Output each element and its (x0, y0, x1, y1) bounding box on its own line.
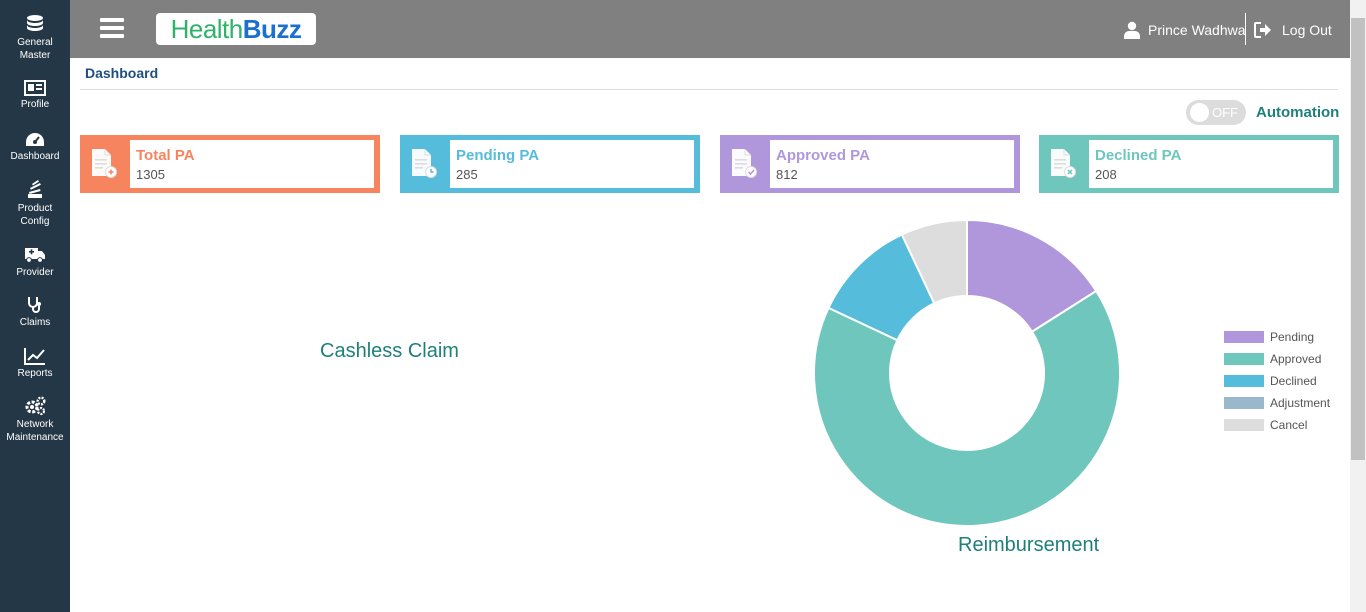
stat-card-body: Pending PA 285 (450, 140, 694, 188)
document-check-icon (732, 149, 757, 178)
toggle-state-label: OFF (1212, 105, 1238, 120)
sidebar: General Master Profile Dashboard Product… (0, 0, 70, 612)
legend-label: Approved (1270, 352, 1322, 366)
logo-text-part2: Buzz (242, 14, 302, 44)
sidebar-item-dashboard[interactable]: Dashboard (0, 132, 70, 163)
donut-slice-pending[interactable] (966, 218, 1098, 334)
stat-card-value: 285 (456, 167, 478, 182)
stack-icon (28, 180, 42, 198)
reimbursement-donut-chart (813, 218, 1121, 527)
legend-swatch (1224, 353, 1264, 365)
user-icon (1124, 21, 1140, 39)
sidebar-item-label: Master (19, 50, 51, 61)
stat-card-total-pa[interactable]: Total PA 1305 (80, 135, 380, 193)
stat-card-body: Total PA 1305 (130, 140, 374, 188)
donut-slice-cancel[interactable] (900, 218, 968, 305)
legend-swatch (1224, 375, 1264, 387)
sidebar-item-general-master[interactable]: General Master (0, 14, 70, 62)
cashless-claim-chart-title: Cashless Claim (320, 340, 459, 362)
legend-item-declined[interactable]: Declined (1224, 370, 1330, 392)
header-divider (1245, 13, 1246, 45)
logout-label: Log Out (1282, 22, 1332, 38)
user-name: Prince Wadhwa (1148, 22, 1246, 38)
stat-card-value: 208 (1095, 167, 1117, 182)
toggle-knob (1190, 103, 1209, 122)
donut-slice-approved[interactable] (813, 289, 1121, 527)
stat-card-pending-pa[interactable]: Pending PA 285 (400, 135, 700, 193)
automation-toggle[interactable]: OFF (1186, 100, 1246, 125)
legend-label: Adjustment (1270, 396, 1331, 410)
stat-card-body: Approved PA 812 (770, 140, 1014, 188)
sidebar-item-provider[interactable]: Provider (0, 246, 70, 279)
sidebar-item-label: Config (20, 216, 50, 227)
breadcrumb-divider (80, 89, 1338, 90)
sidebar-item-label: Reports (17, 368, 53, 379)
stat-card-declined-pa[interactable]: Declined PA 208 (1039, 135, 1339, 193)
sidebar-item-label: Dashboard (10, 151, 60, 162)
legend-item-approved[interactable]: Approved (1224, 348, 1330, 370)
line-chart-icon (24, 348, 45, 365)
scrollbar-thumb[interactable] (1351, 18, 1365, 460)
cogs-icon (25, 396, 46, 416)
legend-item-cancel[interactable]: Cancel (1224, 414, 1330, 436)
stat-card-title: Pending PA (456, 147, 540, 164)
automation-label: Automation (1256, 104, 1340, 121)
reimbursement-chart-title: Reimbursement (958, 534, 1100, 556)
legend-swatch (1224, 331, 1264, 343)
chart-legend: Pending Approved Declined Adjustment Cancel (1224, 326, 1330, 436)
sidebar-item-label: Maintenance (6, 432, 64, 443)
sidebar-item-network-maintenance[interactable]: Network Maintenance (0, 396, 70, 444)
legend-item-adjustment[interactable]: Adjustment (1224, 392, 1330, 414)
stat-card-value: 1305 (136, 167, 165, 182)
sidebar-item-claims[interactable]: Claims (0, 296, 70, 329)
stethoscope-icon (28, 297, 41, 313)
stat-card-value: 812 (776, 167, 798, 182)
sidebar-item-profile[interactable]: Profile (0, 80, 70, 111)
sidebar-item-label: Profile (20, 99, 50, 110)
id-card-icon (24, 80, 46, 96)
ambulance-icon (25, 248, 45, 263)
document-plus-icon (92, 149, 117, 178)
sidebar-item-label: Network (16, 419, 54, 430)
legend-item-pending[interactable]: Pending (1224, 326, 1330, 348)
sidebar-item-label: Product (17, 203, 53, 214)
sidebar-item-label: Claims (19, 317, 51, 328)
logout-button[interactable]: Log Out (1254, 18, 1332, 42)
healthbuzz-logo[interactable]: HealthBuzz (156, 13, 316, 45)
legend-label: Cancel (1270, 418, 1308, 432)
document-clock-icon (412, 149, 437, 178)
logo-text-part1: Health (170, 14, 244, 44)
hamburger-menu-icon[interactable] (100, 18, 124, 38)
legend-label: Pending (1270, 330, 1315, 344)
legend-label: Declined (1270, 374, 1317, 388)
sidebar-item-product-config[interactable]: Product Config (0, 180, 70, 228)
gauge-icon (26, 133, 44, 146)
sidebar-item-label: Provider (16, 267, 54, 278)
stat-card-approved-pa[interactable]: Approved PA 812 (720, 135, 1020, 193)
stat-card-body: Declined PA 208 (1089, 140, 1333, 188)
breadcrumb[interactable]: Dashboard (85, 65, 158, 81)
stat-card-title: Approved PA (776, 147, 870, 164)
stat-card-title: Total PA (136, 147, 195, 164)
legend-swatch (1224, 419, 1264, 431)
sidebar-item-reports[interactable]: Reports (0, 347, 70, 380)
user-menu[interactable]: Prince Wadhwa (1124, 18, 1246, 42)
top-header: HealthBuzz Prince Wadhwa Log Out (70, 0, 1350, 58)
donut-slice-declined[interactable] (827, 233, 936, 342)
database-icon (27, 15, 43, 31)
document-x-icon (1051, 149, 1076, 178)
legend-swatch (1224, 397, 1264, 409)
sidebar-item-label: General (17, 37, 53, 48)
sign-out-icon (1254, 22, 1271, 38)
stat-card-title: Declined PA (1095, 147, 1182, 164)
